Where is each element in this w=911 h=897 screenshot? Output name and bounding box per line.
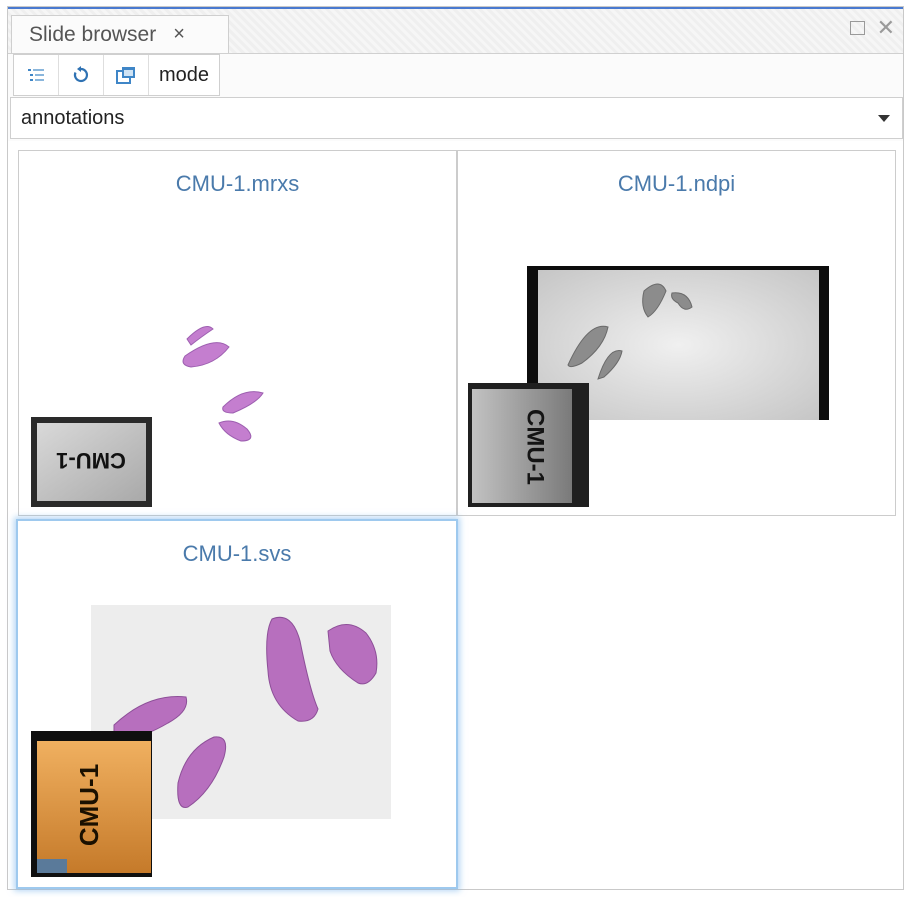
close-panel-icon[interactable]: ✕ — [877, 17, 895, 39]
slide-label-image: CMU-1 — [31, 731, 152, 877]
slide-card-mrxs[interactable]: CMU-1.mrxs CMU-1 — [18, 150, 457, 516]
maximize-icon[interactable] — [849, 17, 865, 39]
toolbar: mode — [13, 54, 221, 96]
slide-browser-panel: Slide browser × ✕ mode annotations CMU-1… — [7, 6, 904, 890]
refresh-button[interactable] — [59, 55, 104, 95]
select-value: annotations — [21, 106, 125, 129]
tab-close-icon[interactable]: × — [173, 23, 185, 46]
svg-text:CMU-1: CMU-1 — [74, 764, 104, 846]
open-window-button[interactable] — [104, 55, 149, 95]
slide-label-image: CMU-1 — [31, 417, 152, 507]
slide-grid: CMU-1.mrxs CMU-1 CMU-1.ndpi CMU-1 CMU-1.… — [8, 141, 903, 889]
slide-label-image: CMU-1 — [468, 383, 589, 507]
svg-text:CMU-1: CMU-1 — [56, 448, 126, 473]
window-controls: ✕ — [849, 17, 895, 39]
refresh-icon — [73, 66, 89, 83]
slide-card-ndpi[interactable]: CMU-1.ndpi CMU-1 — [457, 150, 896, 516]
svg-text:CMU-1: CMU-1 — [522, 409, 549, 485]
chevron-down-icon — [878, 114, 890, 122]
mode-button[interactable]: mode — [149, 55, 219, 95]
tree-list-icon — [28, 69, 44, 81]
tree-list-button[interactable] — [14, 55, 59, 95]
tab-slide-browser[interactable]: Slide browser × — [11, 15, 229, 53]
open-window-icon — [116, 67, 135, 84]
tab-strip: Slide browser × ✕ — [8, 9, 903, 54]
view-mode-select[interactable]: annotations — [10, 97, 903, 139]
tab-title: Slide browser — [29, 22, 157, 46]
slide-card-svs[interactable]: CMU-1.svs CMU-1 — [16, 519, 458, 889]
